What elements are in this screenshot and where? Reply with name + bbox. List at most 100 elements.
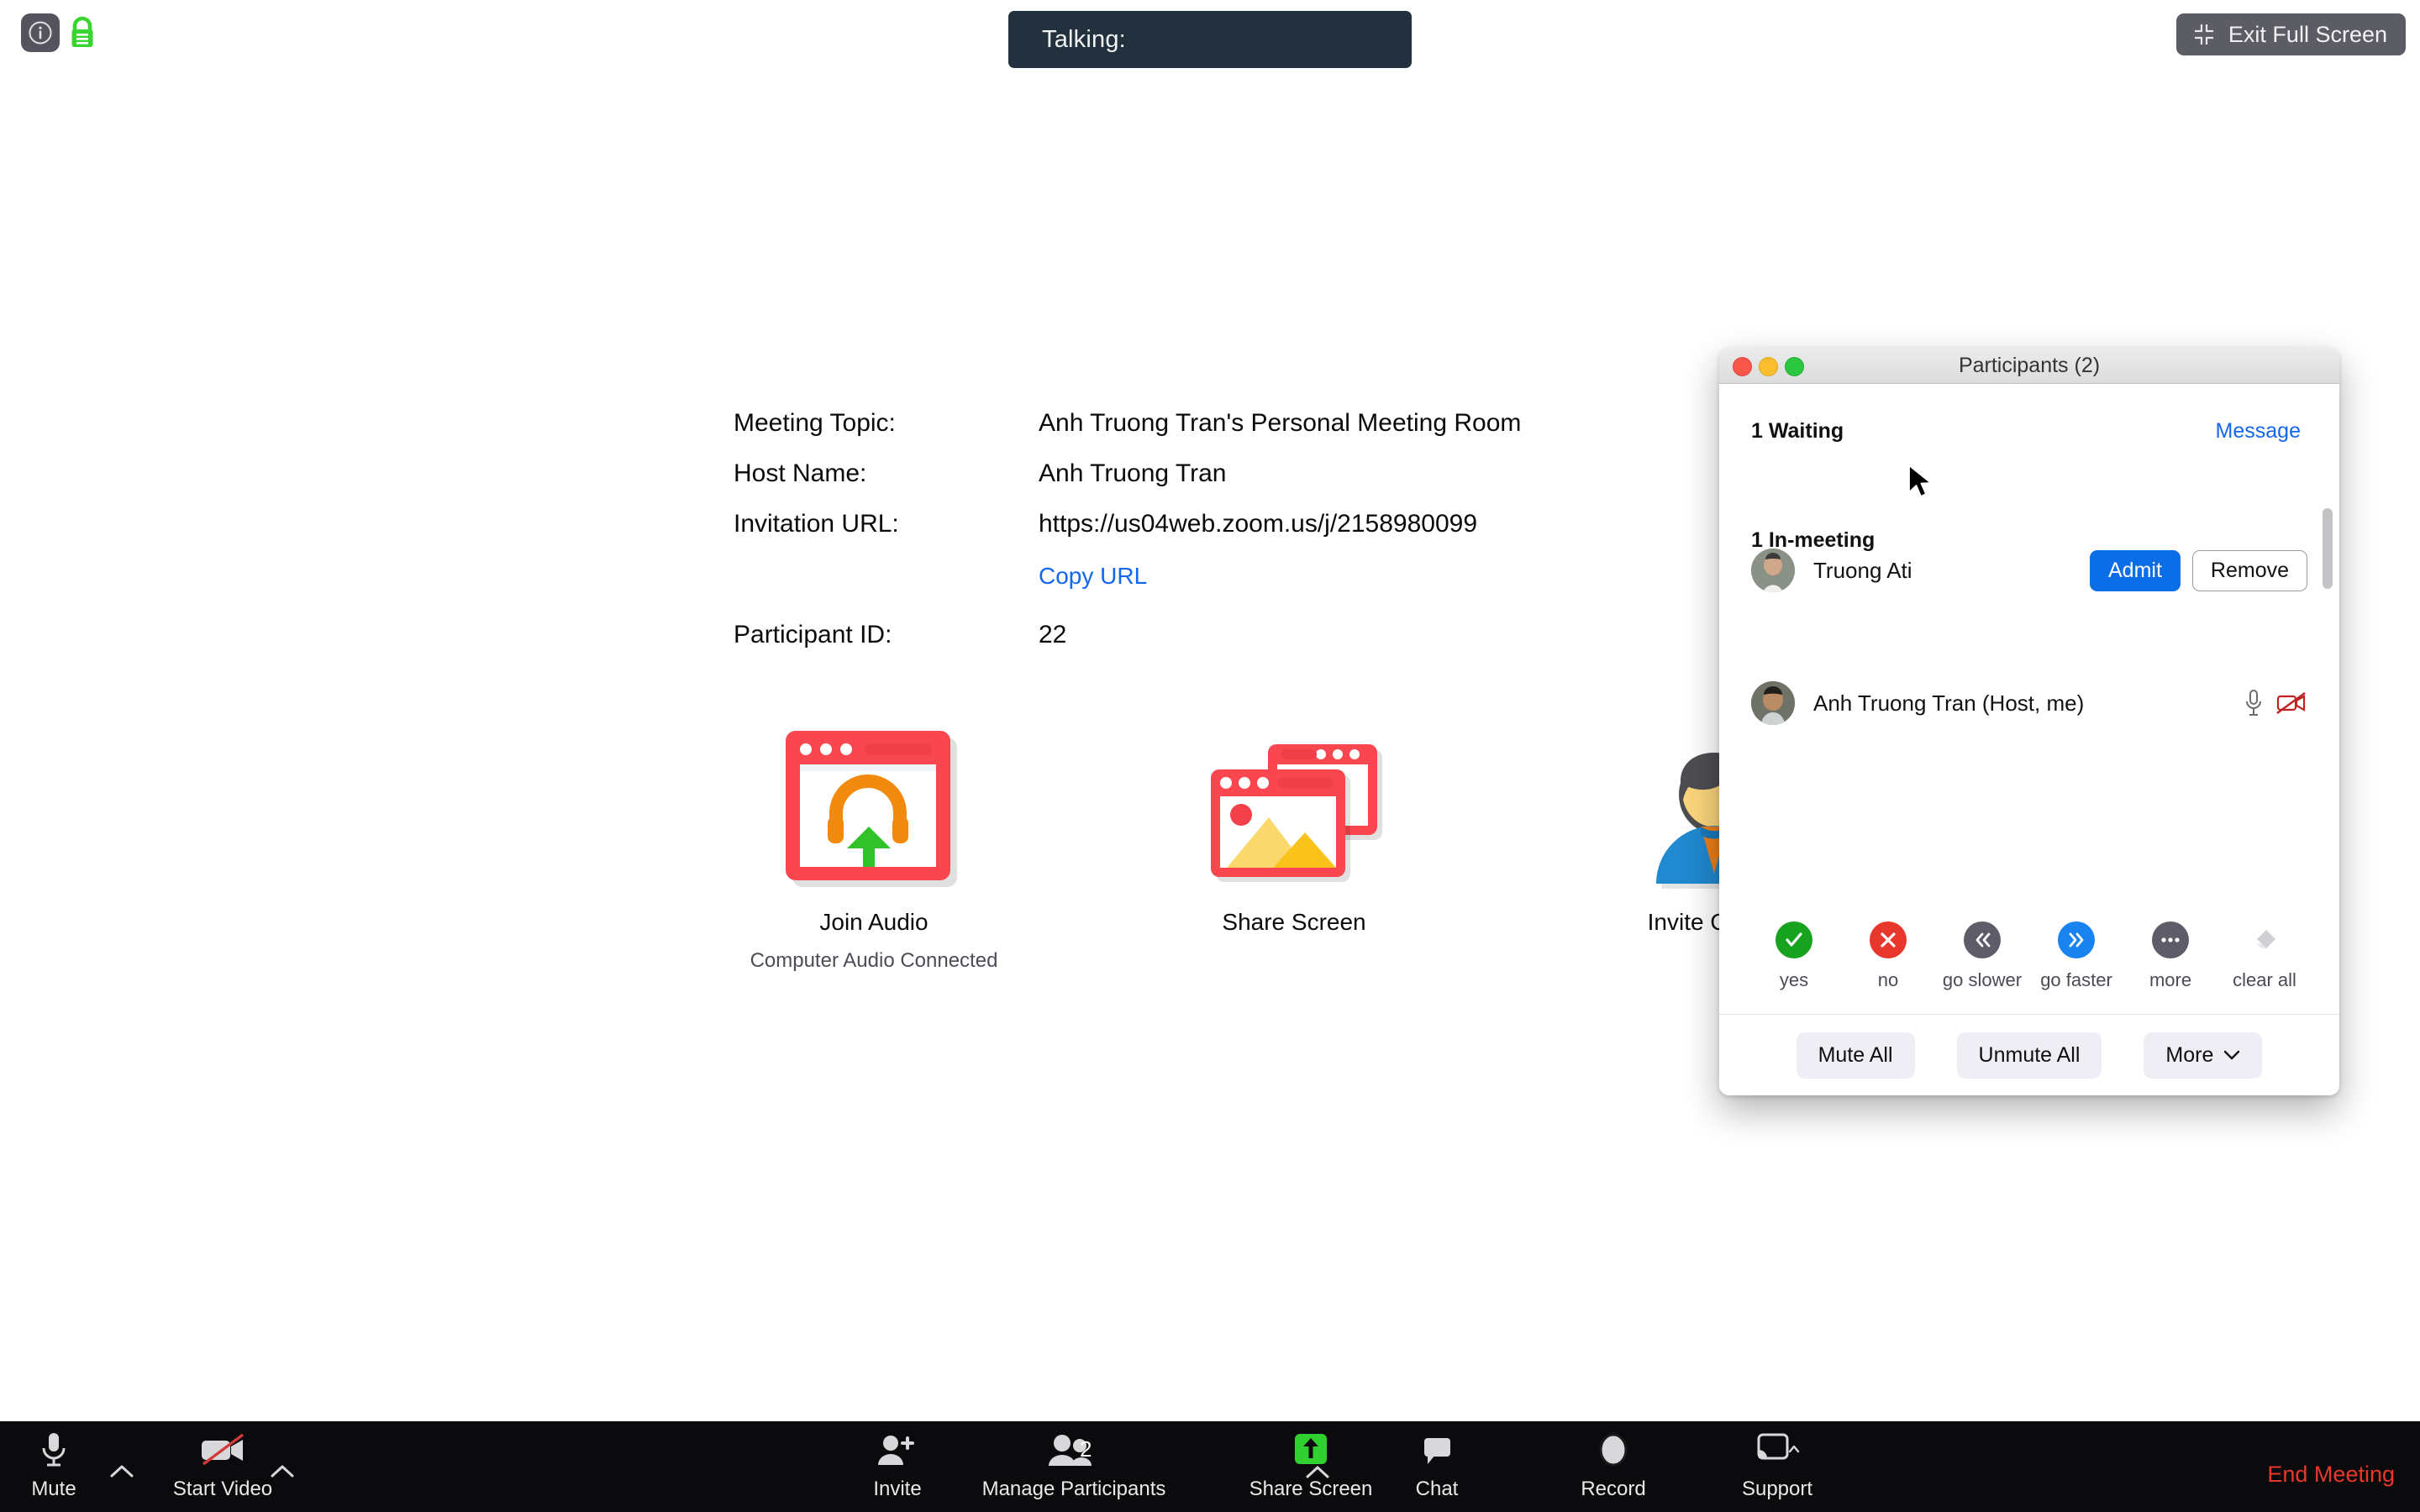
lock-icon xyxy=(71,16,93,47)
feedback-go-slower-label: go slower xyxy=(1942,969,2023,990)
invitation-url-value: https://us04web.zoom.us/j/2158980099 xyxy=(1039,510,1478,538)
maximize-window-button[interactable] xyxy=(1785,357,1804,376)
people-icon xyxy=(939,1428,1208,1472)
video-off-icon[interactable] xyxy=(2275,690,2307,716)
share-screen-tile[interactable]: Share Screen xyxy=(1134,718,1454,936)
mute-all-label: Mute All xyxy=(1818,1042,1893,1067)
participants-body: 1 Waiting Message Truong Ati Admit Remov… xyxy=(1719,384,2339,1015)
eraser-icon xyxy=(2246,921,2283,958)
feedback-clear-all-button[interactable]: clear all xyxy=(2217,921,2312,991)
zoom-meeting-screen: Talking: Exit Full Screen Meeting Topic:… xyxy=(0,0,2420,1512)
screen-cast-icon xyxy=(1681,1428,1874,1472)
share-screen-label: Share Screen xyxy=(1222,909,1366,935)
manage-participants-button[interactable]: Manage Participants xyxy=(939,1428,1208,1501)
more-button[interactable]: More xyxy=(2144,1032,2263,1079)
share-screen-icon xyxy=(1134,718,1454,890)
close-window-button[interactable] xyxy=(1733,357,1752,376)
unmute-all-label: Unmute All xyxy=(1978,1042,2081,1067)
invitation-url-row: Invitation URL: https://us04web.zoom.us/… xyxy=(734,510,1574,560)
chat-bubble-icon xyxy=(1353,1428,1521,1472)
message-link[interactable]: Message xyxy=(2216,419,2301,444)
mute-all-button[interactable]: Mute All xyxy=(1796,1032,1915,1079)
inmeeting-section-title: 1 In-meeting xyxy=(1751,528,1876,552)
support-button[interactable]: Support xyxy=(1681,1428,1874,1501)
invitation-url-label: Invitation URL: xyxy=(734,510,899,538)
inmeeting-participant-row[interactable]: Anh Truong Tran (Host, me) xyxy=(1719,681,2339,725)
record-button[interactable]: Record xyxy=(1521,1428,1706,1501)
meeting-topic-row: Meeting Topic: Anh Truong Tran's Persona… xyxy=(734,409,1574,459)
feedback-no-button[interactable]: no xyxy=(1841,921,1935,991)
feedback-more-button[interactable]: more xyxy=(2123,921,2217,991)
contract-arrows-icon xyxy=(2194,24,2213,45)
video-options-chevron-up-icon[interactable] xyxy=(266,1459,299,1484)
mouse-cursor xyxy=(1908,465,1932,497)
microphone-icon[interactable] xyxy=(2244,689,2264,717)
record-circle-icon xyxy=(1521,1428,1706,1472)
feedback-no-label: no xyxy=(1877,969,1899,990)
microphone-icon xyxy=(0,1428,108,1472)
avatar xyxy=(1751,681,1795,725)
mute-label: Mute xyxy=(31,1478,76,1500)
chat-label: Chat xyxy=(1415,1478,1459,1500)
waiting-section-title: 1 Waiting xyxy=(1751,418,1844,443)
x-icon xyxy=(1870,921,1907,958)
chat-button[interactable]: Chat xyxy=(1353,1428,1521,1501)
join-audio-status: Computer Audio Connected xyxy=(750,949,998,972)
feedback-go-faster-button[interactable]: go faster xyxy=(2029,921,2123,991)
meeting-info-block: Meeting Topic: Anh Truong Tran's Persona… xyxy=(734,409,1574,671)
participant-id-row: Participant ID: 22 xyxy=(734,621,1574,671)
ellipsis-icon xyxy=(2152,921,2189,958)
copy-url-link[interactable]: Copy URL xyxy=(1039,563,1574,590)
feedback-yes-button[interactable]: yes xyxy=(1747,921,1841,991)
talking-label: Talking: xyxy=(1042,25,1126,53)
host-name-row: Host Name: Anh Truong Tran xyxy=(734,459,1574,510)
join-audio-tile[interactable]: Join Audio Computer Audio Connected xyxy=(714,718,1034,973)
support-label: Support xyxy=(1741,1478,1813,1500)
audio-options-chevron-up-icon[interactable] xyxy=(105,1459,139,1484)
inmeeting-section-header: 1 In-meeting xyxy=(1719,518,2339,562)
chevron-down-icon xyxy=(2224,1050,2240,1059)
feedback-clear-all-label: clear all xyxy=(2233,969,2296,990)
feedback-more-label: more xyxy=(2149,969,2192,990)
participants-window: Participants (2) 1 Waiting Message Truon… xyxy=(1719,348,2339,1095)
participant-id-label: Participant ID: xyxy=(734,621,892,648)
exit-fullscreen-button[interactable]: Exit Full Screen xyxy=(2175,13,2406,55)
participants-titlebar[interactable]: Participants (2) xyxy=(1719,348,2339,384)
talking-banner: Talking: xyxy=(1008,11,1412,68)
host-name-label: Host Name: xyxy=(734,459,867,487)
join-audio-label: Join Audio xyxy=(819,909,929,935)
scrollbar-thumb[interactable] xyxy=(2323,508,2333,589)
participants-scrollbar[interactable] xyxy=(2323,508,2333,869)
inmeeting-participant-name: Anh Truong Tran (Host, me) xyxy=(1813,690,2085,716)
feedback-buttons-row: yes no go slower go faster more clear al… xyxy=(1719,921,2339,997)
info-icon xyxy=(29,21,52,45)
end-meeting-button[interactable]: End Meeting xyxy=(2267,1462,2395,1488)
participant-id-value: 22 xyxy=(1039,621,1067,648)
waiting-section-header: 1 Waiting Message xyxy=(1719,409,2339,453)
meeting-toolbar: Mute Start Video Invite Manage Participa… xyxy=(0,1421,2420,1512)
meeting-topic-label: Meeting Topic: xyxy=(734,409,896,437)
record-label: Record xyxy=(1581,1478,1646,1500)
action-tiles: Join Audio Computer Audio Connected Shar… xyxy=(639,718,1788,995)
unmute-all-button[interactable]: Unmute All xyxy=(1956,1032,2102,1079)
join-audio-icon xyxy=(714,718,1034,890)
double-chevron-left-icon xyxy=(1964,921,2001,958)
share-options-chevron-up-icon[interactable] xyxy=(1301,1460,1334,1485)
meeting-info-button[interactable] xyxy=(21,13,60,52)
exit-fullscreen-label: Exit Full Screen xyxy=(2228,21,2387,47)
feedback-go-slower-button[interactable]: go slower xyxy=(1935,921,2029,991)
more-label: More xyxy=(2165,1042,2214,1067)
participants-window-title: Participants (2) xyxy=(1958,353,2101,377)
manage-participants-label: Manage Participants xyxy=(981,1478,1166,1500)
host-name-value: Anh Truong Tran xyxy=(1039,459,1227,487)
mute-button[interactable]: Mute xyxy=(0,1428,108,1501)
feedback-yes-label: yes xyxy=(1779,969,1809,990)
participants-count-badge: 2 xyxy=(1080,1436,1092,1462)
meeting-topic-value: Anh Truong Tran's Personal Meeting Room xyxy=(1039,409,1522,437)
minimize-window-button[interactable] xyxy=(1759,357,1778,376)
participants-footer: Mute All Unmute All More xyxy=(1719,1014,2339,1095)
feedback-go-faster-label: go faster xyxy=(2040,969,2112,990)
check-icon xyxy=(1776,921,1812,958)
inmeeting-participant-status-icons xyxy=(2244,689,2307,717)
double-chevron-right-icon xyxy=(2058,921,2095,958)
